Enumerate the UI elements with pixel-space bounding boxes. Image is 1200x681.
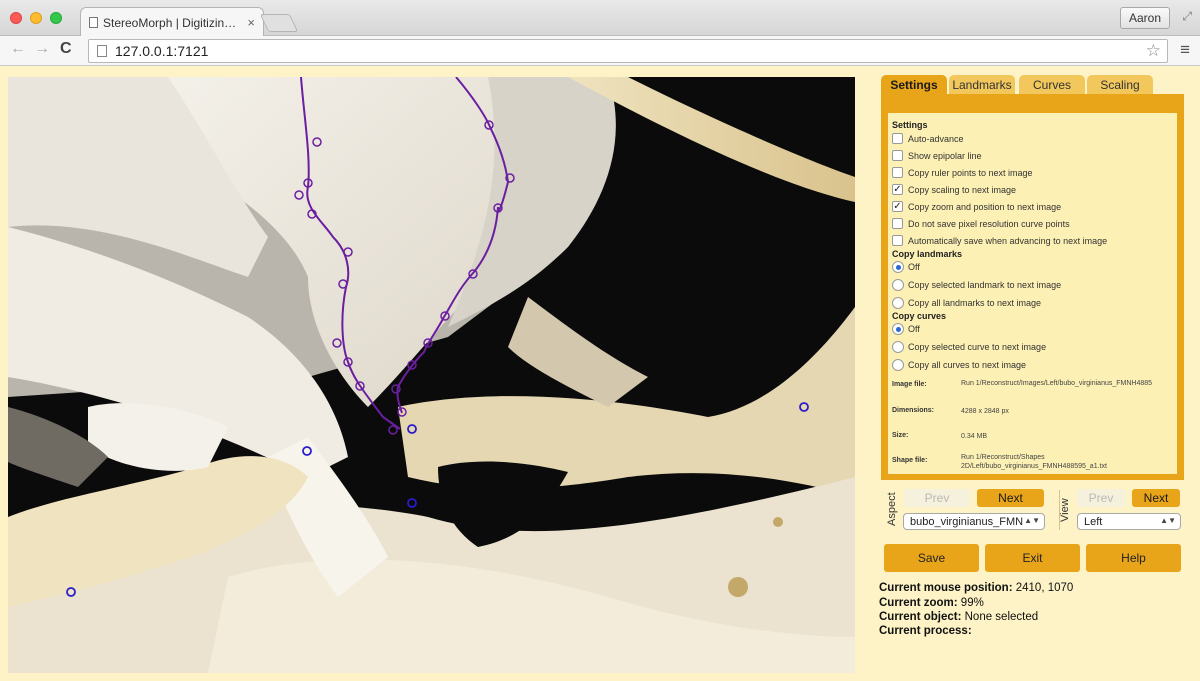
tab-landmarks[interactable]: Landmarks	[949, 75, 1015, 94]
address-bar[interactable]: 127.0.0.1:7121 ☆	[88, 39, 1168, 63]
aspect-prev-button[interactable]: Prev	[904, 489, 970, 507]
radio-button[interactable]	[892, 323, 904, 335]
dimensions-label: Dimensions:	[892, 407, 935, 414]
chevron-updown-icon: ▲▼	[1024, 516, 1040, 525]
page-icon	[89, 17, 98, 28]
radio-button[interactable]	[892, 359, 904, 371]
radio-button[interactable]	[892, 341, 904, 353]
view-prev-button[interactable]: Prev	[1077, 489, 1125, 507]
copy-curves-heading: Copy curves	[892, 311, 947, 321]
browser-tab[interactable]: StereoMorph | Digitizing A ×	[80, 7, 264, 37]
view-selected-value: Left	[1084, 516, 1103, 528]
aspect-select[interactable]: bubo_virginianus_FMN ▲▼	[903, 513, 1045, 530]
auto-advance-checkbox[interactable]	[892, 133, 903, 144]
page-icon	[97, 45, 107, 57]
view-next-button[interactable]: Next	[1132, 489, 1180, 507]
address-text: 127.0.0.1:7121	[115, 43, 209, 59]
dimensions-value: 4288 x 2848 px	[961, 408, 1009, 415]
status-zoom: Current zoom: 99%	[879, 597, 984, 609]
bookmark-star-icon[interactable]: ☆	[1146, 41, 1161, 61]
new-tab-button[interactable]	[259, 14, 299, 32]
tab-scaling[interactable]: Scaling	[1087, 75, 1153, 94]
view-label: View	[1059, 498, 1071, 522]
aspect-selected-value: bubo_virginianus_FMN	[910, 516, 1024, 528]
tab-curves[interactable]: Curves	[1019, 75, 1085, 94]
auto-save-checkbox[interactable]	[892, 235, 903, 246]
aspect-next-button[interactable]: Next	[977, 489, 1044, 507]
browser-toolbar: ← → C 127.0.0.1:7121 ☆ ≡	[0, 36, 1200, 66]
shape-file-value: Run 1/Reconstruct/Shapes 2D/Left/bubo_vi…	[961, 454, 1107, 470]
settings-heading: Settings	[892, 120, 928, 130]
copy-zoom-checkbox[interactable]: ✓	[892, 201, 903, 212]
status-mouse-position: Current mouse position: 2410, 1070	[879, 582, 1074, 594]
image-file-label: Image file:	[892, 381, 927, 388]
fullscreen-icon[interactable]: ⤢	[1182, 9, 1192, 24]
exit-button[interactable]: Exit	[985, 544, 1080, 572]
shape-file-label: Shape file:	[892, 457, 928, 464]
reload-icon[interactable]: C	[60, 40, 72, 58]
aspect-label: Aspect	[886, 492, 898, 526]
radio-button[interactable]	[892, 297, 904, 309]
forward-arrow-icon[interactable]: →	[34, 40, 50, 58]
close-window-button[interactable]	[10, 12, 22, 24]
back-arrow-icon[interactable]: ←	[10, 40, 26, 58]
image-file-value: Run 1/Reconstruct/Images/Left/bubo_virgi…	[961, 380, 1153, 387]
show-epipolar-checkbox[interactable]	[892, 150, 903, 161]
view-select[interactable]: Left ▲▼	[1077, 513, 1181, 530]
browser-menu-icon[interactable]: ≡	[1180, 40, 1190, 60]
bone-image	[8, 77, 855, 673]
status-object: Current object: None selected	[879, 611, 1039, 623]
copy-ruler-checkbox[interactable]	[892, 167, 903, 178]
settings-content: Settings Auto-advance Show epipolar line…	[888, 113, 1177, 474]
digitizing-image-canvas[interactable]	[8, 77, 855, 673]
tab-title: StereoMorph | Digitizing A	[103, 16, 241, 30]
status-process: Current process:	[879, 625, 972, 637]
chevron-updown-icon: ▲▼	[1160, 516, 1176, 525]
no-pixel-res-checkbox[interactable]	[892, 218, 903, 229]
settings-panel: Settings Auto-advance Show epipolar line…	[881, 94, 1184, 480]
radio-button[interactable]	[892, 261, 904, 273]
panel-tabs: Settings Landmarks Curves Scaling	[881, 75, 1184, 94]
tab-close-icon[interactable]: ×	[247, 15, 255, 30]
size-value: 0.34 MB	[961, 433, 988, 440]
help-button[interactable]: Help	[1086, 544, 1181, 572]
browser-titlebar: StereoMorph | Digitizing A × Aaron ⤢	[0, 0, 1200, 37]
maximize-window-button[interactable]	[50, 12, 62, 24]
copy-scaling-checkbox[interactable]: ✓	[892, 184, 903, 195]
radio-button[interactable]	[892, 279, 904, 291]
tab-settings[interactable]: Settings	[881, 75, 947, 94]
copy-landmarks-heading: Copy landmarks	[892, 249, 963, 259]
size-label: Size:	[892, 432, 909, 439]
save-button[interactable]: Save	[884, 544, 979, 572]
minimize-window-button[interactable]	[30, 12, 42, 24]
profile-button[interactable]: Aaron	[1119, 7, 1170, 29]
